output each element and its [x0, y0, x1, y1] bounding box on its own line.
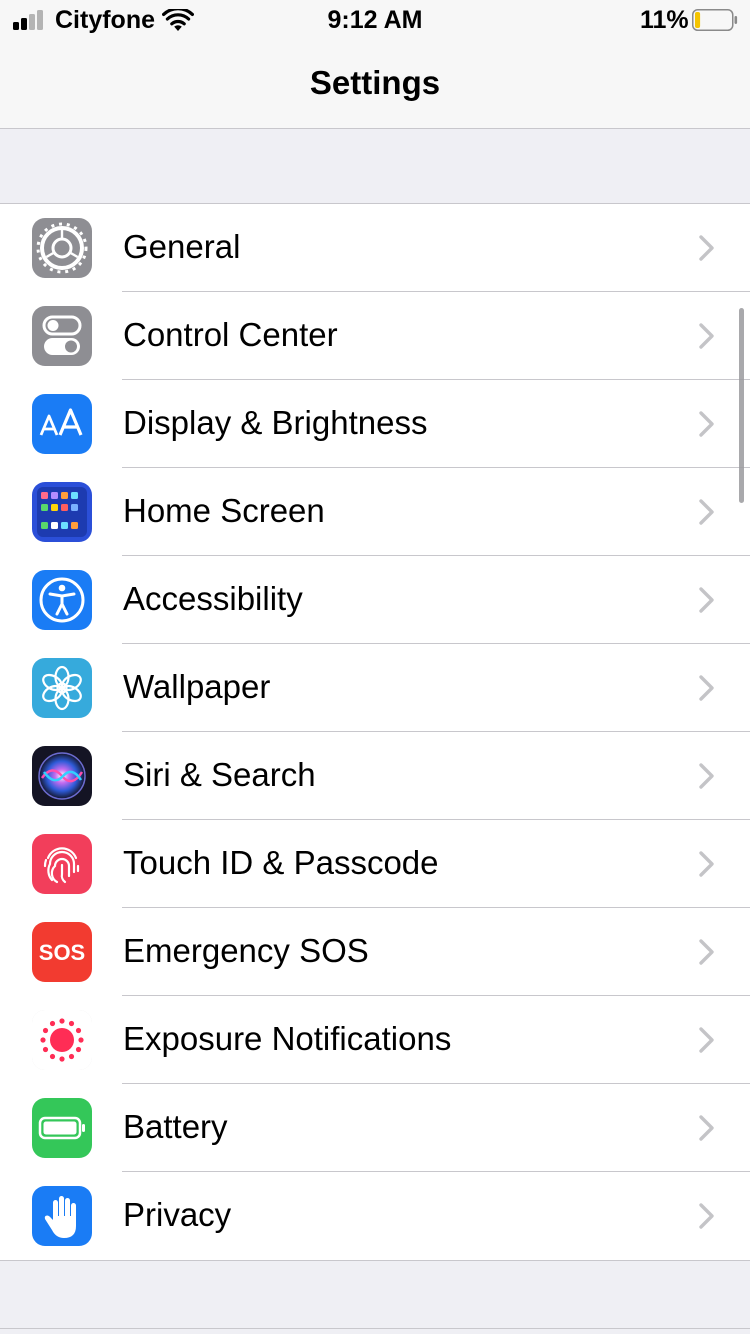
chevron-right-icon [699, 675, 714, 701]
chevron-right-icon [699, 1027, 714, 1053]
chevron-right-icon [699, 499, 714, 525]
chevron-right-icon [699, 851, 714, 877]
siri-icon [32, 746, 92, 806]
settings-row-general[interactable]: General [0, 204, 750, 292]
settings-row-display-brightness[interactable]: Display & Brightness [0, 380, 750, 468]
row-label: Touch ID & Passcode [123, 844, 439, 881]
settings-row-control-center[interactable]: Control Center [0, 292, 750, 380]
settings-list: General Control Center Display & Brightn… [0, 203, 750, 1261]
row-label: Battery [123, 1108, 228, 1145]
exposure-icon [32, 1010, 92, 1070]
clock: 9:12 AM [327, 6, 423, 34]
chevron-right-icon [699, 587, 714, 613]
text-size-icon [32, 394, 92, 454]
toggles-icon [32, 306, 92, 366]
battery-status-icon [692, 9, 738, 31]
settings-row-accessibility[interactable]: Accessibility [0, 556, 750, 644]
scroll-indicator[interactable] [739, 308, 744, 503]
fingerprint-icon [32, 834, 92, 894]
settings-row-home-screen[interactable]: Home Screen [0, 468, 750, 556]
app-grid-icon [32, 482, 92, 542]
status-bar: Cityfone 9:12 AM 11% [0, 0, 750, 40]
settings-row-exposure-notifications[interactable]: Exposure Notifications [0, 996, 750, 1084]
chevron-right-icon [699, 323, 714, 349]
sos-icon-text: SOS [39, 940, 85, 965]
navigation-bar: Settings [0, 40, 750, 129]
hand-icon [32, 1186, 92, 1246]
page-title: Settings [309, 64, 441, 101]
settings-row-privacy[interactable]: Privacy [0, 1172, 750, 1260]
chevron-right-icon [699, 763, 714, 789]
chevron-right-icon [699, 939, 714, 965]
battery-percentage: 11% [640, 6, 689, 34]
next-group-top-border [0, 1328, 750, 1329]
chevron-right-icon [699, 1115, 714, 1141]
row-label: Wallpaper [123, 668, 271, 705]
row-label: General [123, 228, 241, 265]
flower-icon [32, 658, 92, 718]
row-label: Display & Brightness [123, 404, 428, 441]
settings-row-wallpaper[interactable]: Wallpaper [0, 644, 750, 732]
row-label: Siri & Search [123, 756, 316, 793]
chevron-right-icon [699, 1203, 714, 1229]
row-label: Control Center [123, 316, 338, 353]
settings-row-siri-search[interactable]: Siri & Search [0, 732, 750, 820]
settings-row-emergency-sos[interactable]: SOS Emergency SOS [0, 908, 750, 996]
row-label: Emergency SOS [123, 932, 369, 969]
gear-icon [32, 218, 92, 278]
chevron-right-icon [699, 411, 714, 437]
accessibility-icon [32, 570, 92, 630]
chevron-right-icon [699, 235, 714, 261]
row-label: Accessibility [123, 580, 303, 617]
battery-icon [32, 1098, 92, 1158]
settings-row-touch-id-passcode[interactable]: Touch ID & Passcode [0, 820, 750, 908]
row-label: Exposure Notifications [123, 1020, 452, 1057]
settings-row-battery[interactable]: Battery [0, 1084, 750, 1172]
row-label: Home Screen [123, 492, 325, 529]
row-label: Privacy [123, 1196, 232, 1233]
sos-icon: SOS [32, 922, 92, 982]
